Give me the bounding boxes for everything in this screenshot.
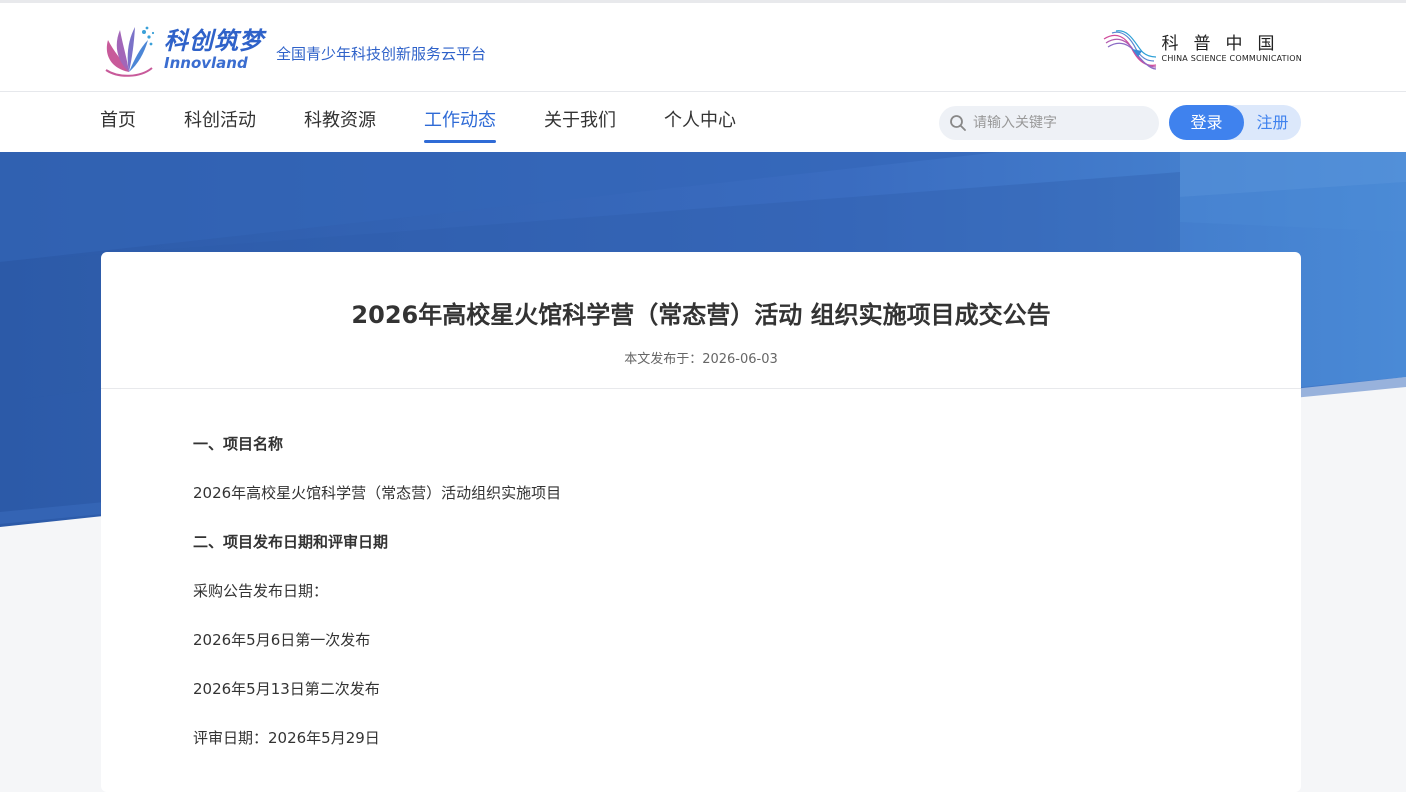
nav-item-resources[interactable]: 科教资源: [304, 92, 376, 152]
partner-logo[interactable]: 科普中国 CHINA SCIENCE COMMUNICATION: [1102, 27, 1302, 71]
article-paragraph: 2026年5月13日第二次发布: [193, 680, 380, 698]
logo-chinese-text: 科创筑梦: [164, 27, 264, 55]
search-box: [939, 106, 1159, 140]
search-input[interactable]: [973, 115, 1143, 131]
article-paragraph: 二、项目发布日期和评审日期: [193, 533, 389, 551]
site-header: 科创筑梦 Innovland 全国青少年科技创新服务云平台 科普中国 CHINA…: [0, 0, 1406, 92]
publish-date: 2026-06-03: [702, 352, 778, 367]
article-card: 2026年高校星火馆科学营（常态营）活动 组织实施项目成交公告 本文发布于：20…: [101, 252, 1301, 792]
search-icon[interactable]: [949, 114, 967, 132]
site-slogan: 全国青少年科技创新服务云平台: [276, 44, 487, 63]
register-button[interactable]: 注册: [1244, 105, 1301, 140]
article-paragraph: 评审日期：2026年5月29日: [193, 729, 380, 747]
article-body: 一、项目名称 2026年高校星火馆科学营（常态营）活动组织实施项目 二、项目发布…: [101, 389, 1301, 750]
logo-english-text: Innovland: [164, 54, 248, 72]
nav-item-home[interactable]: 首页: [100, 92, 136, 152]
auth-buttons: 登录 注册: [1169, 105, 1301, 140]
article-paragraph: 2026年高校星火馆科学营（常态营）活动组织实施项目: [193, 484, 562, 502]
partner-chinese-text: 科普中国: [1161, 34, 1290, 54]
article-header: 2026年高校星火馆科学营（常态营）活动 组织实施项目成交公告 本文发布于：20…: [101, 252, 1301, 389]
nav-item-about[interactable]: 关于我们: [544, 92, 616, 152]
article-paragraph: 2026年5月6日第一次发布: [193, 631, 371, 649]
publish-label: 本文发布于：: [624, 352, 703, 367]
kepu-logo-icon: [1103, 30, 1156, 70]
article-paragraph: 一、项目名称: [193, 435, 284, 453]
main-nav: 首页 科创活动 科教资源 工作动态 关于我们 个人中心 登录 注册: [0, 92, 1406, 152]
article-title: 2026年高校星火馆科学营（常态营）活动 组织实施项目成交公告: [351, 301, 1051, 329]
nav-item-activities[interactable]: 科创活动: [184, 92, 256, 152]
login-button[interactable]: 登录: [1169, 105, 1244, 140]
nav-item-news[interactable]: 工作动态: [424, 92, 496, 152]
nav-item-profile[interactable]: 个人中心: [664, 92, 736, 152]
nav-menu: 首页 科创活动 科教资源 工作动态 关于我们 个人中心: [100, 92, 784, 152]
innovland-logo-icon: [105, 26, 155, 77]
site-logo[interactable]: 科创筑梦 Innovland 全国青少年科技创新服务云平台: [100, 19, 486, 79]
article-publish-info: 本文发布于：2026-06-03: [101, 351, 1301, 369]
article-paragraph: 采购公告发布日期：: [193, 582, 329, 600]
partner-english-text: CHINA SCIENCE COMMUNICATION: [1161, 54, 1302, 63]
